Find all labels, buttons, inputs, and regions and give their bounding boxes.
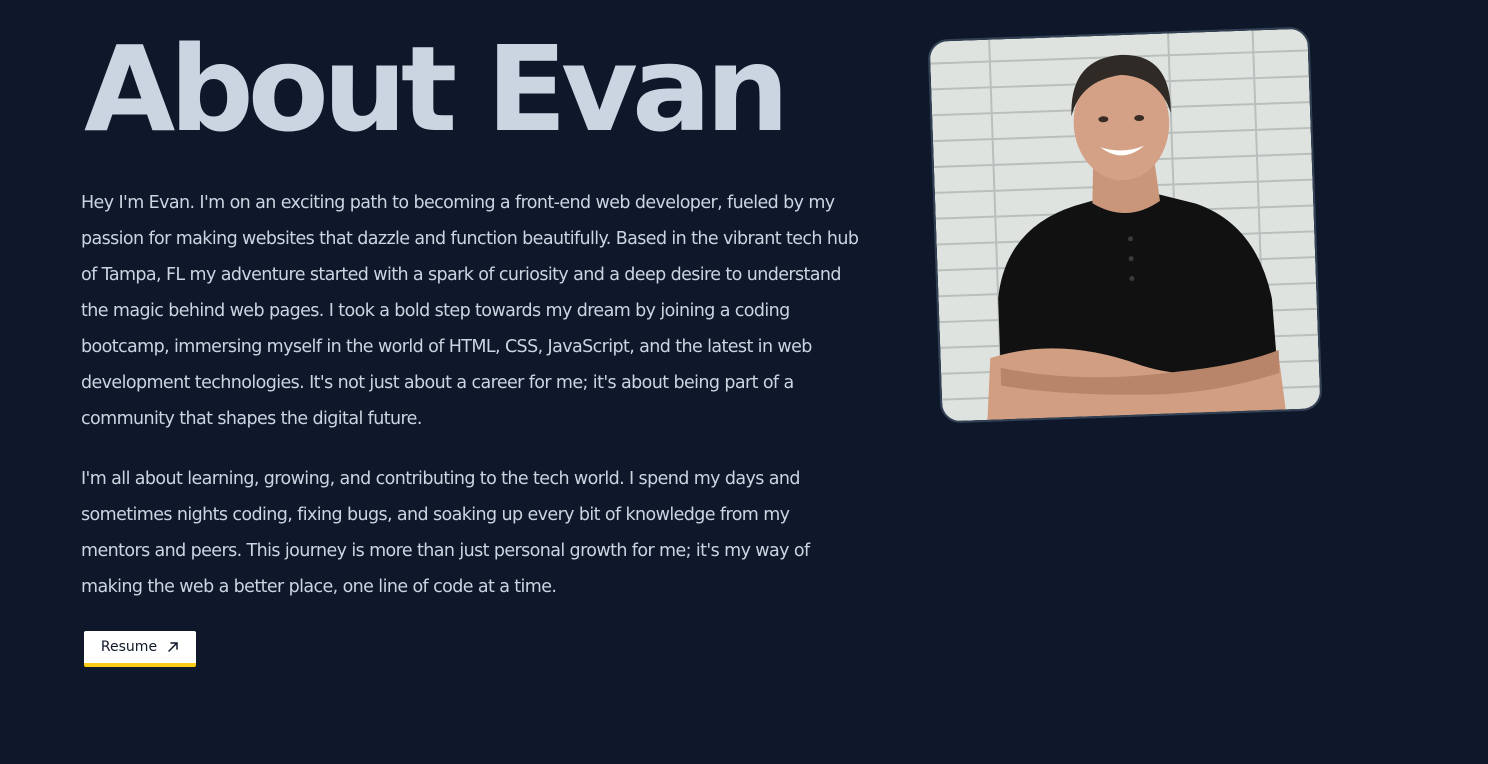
- resume-button-label: Resume: [100, 639, 158, 655]
- bio-paragraph-2: I'm all about learning, growing, and con…: [81, 469, 810, 597]
- arrow-up-right-icon: [167, 641, 179, 653]
- profile-photo: [927, 26, 1323, 424]
- profile-photo-image: [929, 28, 1321, 422]
- bio-section: Hey I'm Evan. I'm on an exciting path to…: [81, 185, 861, 629]
- bio-paragraph-1: Hey I'm Evan. I'm on an exciting path to…: [81, 193, 859, 429]
- resume-button[interactable]: Resume: [84, 631, 196, 667]
- page-title: About Evan: [84, 20, 790, 158]
